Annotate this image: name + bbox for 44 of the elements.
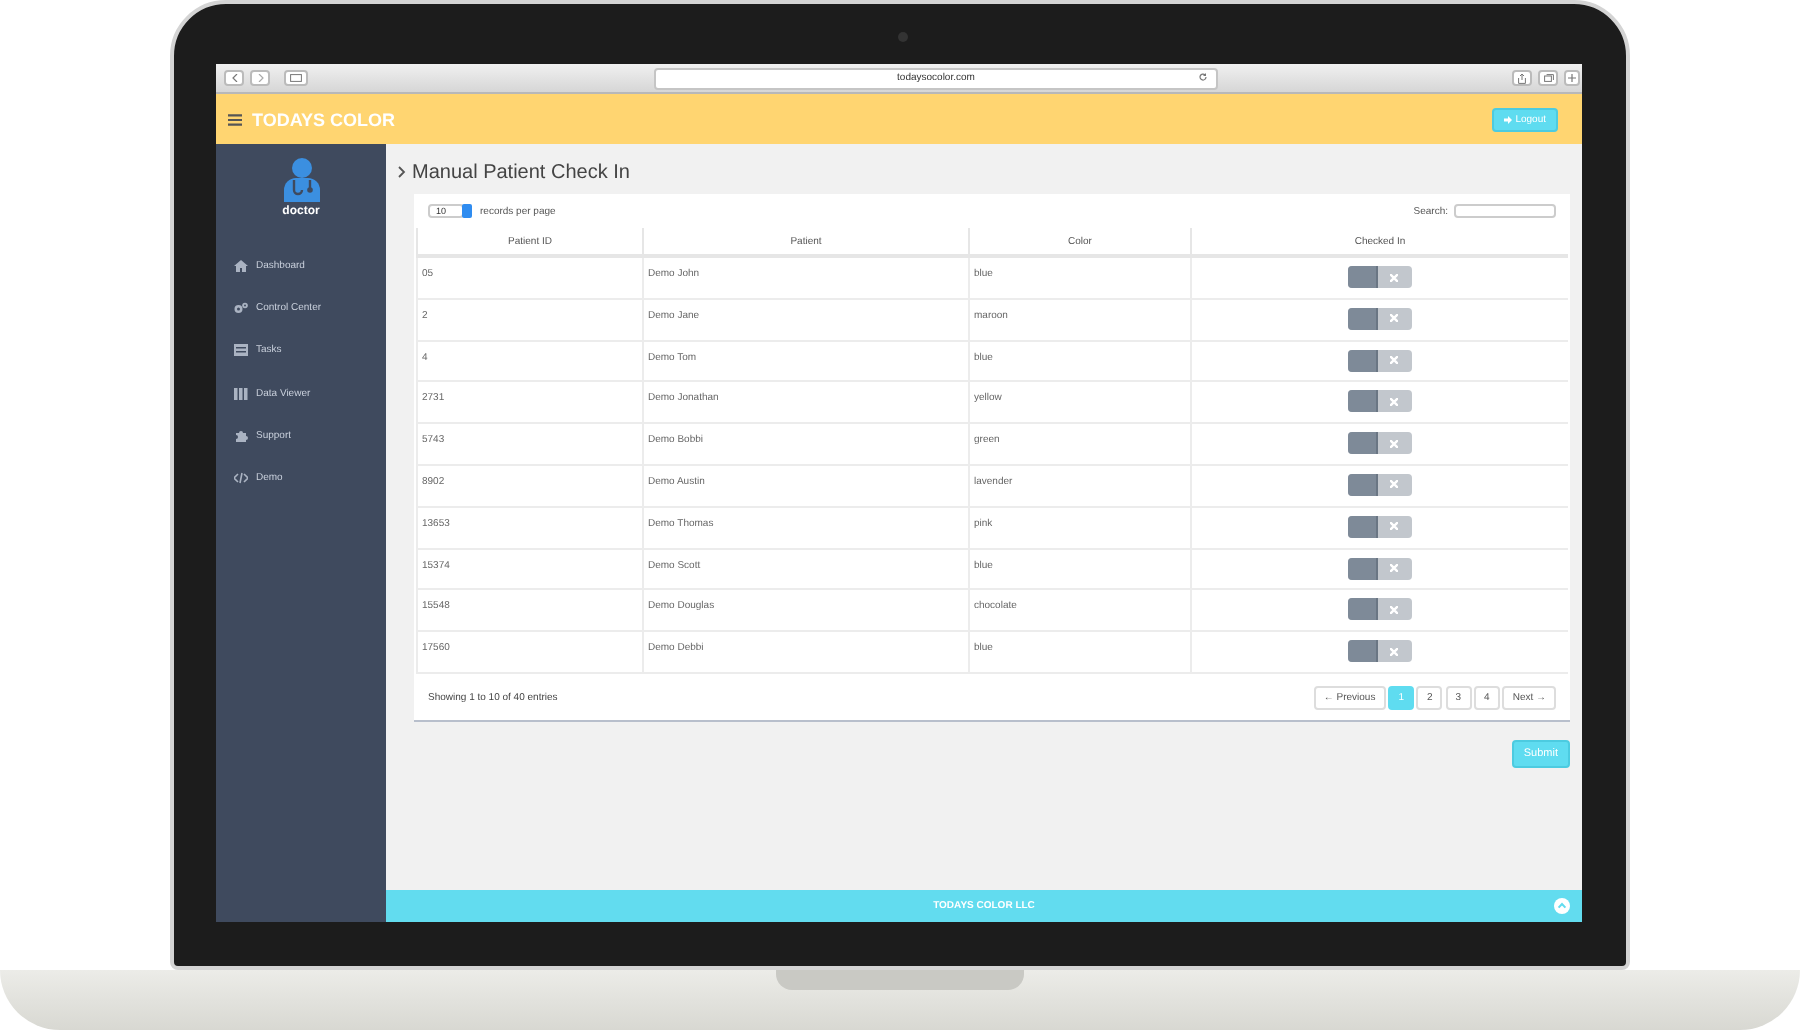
close-icon: [1390, 480, 1398, 489]
reload-icon[interactable]: [1198, 72, 1208, 82]
dashboard-icon: [234, 259, 248, 272]
gears-icon: [234, 301, 248, 314]
toggle-switch[interactable]: [1348, 640, 1412, 663]
toggle-switch[interactable]: [1348, 349, 1412, 372]
plus-icon: [1568, 74, 1576, 82]
grid-icon: [234, 387, 248, 400]
sidebar-button[interactable]: [284, 70, 308, 86]
close-icon: [1390, 439, 1398, 448]
close-icon: [1390, 356, 1398, 365]
close-icon: [1390, 564, 1398, 573]
tabs-button[interactable]: [1538, 70, 1558, 86]
tabs-icon: [1543, 74, 1553, 82]
close-icon: [1390, 605, 1398, 614]
search-field[interactable]: [1454, 204, 1556, 218]
share-button[interactable]: [1512, 70, 1532, 86]
chevron-left-icon: [231, 74, 237, 82]
toggle-switch[interactable]: [1348, 390, 1412, 413]
close-icon: [1390, 647, 1398, 656]
toggle-switch[interactable]: [1348, 473, 1412, 496]
page-title: Manual Patient Check In: [412, 161, 630, 183]
toggle-switch[interactable]: [1348, 515, 1412, 538]
toggle-switch[interactable]: [1348, 432, 1412, 455]
puzzle-icon: [234, 429, 248, 442]
close-icon: [1390, 397, 1398, 406]
toggle-switch[interactable]: [1348, 557, 1412, 580]
code-icon: [234, 472, 248, 485]
toggle-switch[interactable]: [1348, 598, 1412, 621]
share-icon: [1518, 73, 1526, 83]
chevron-right-icon: [257, 74, 263, 82]
close-icon: [1390, 314, 1398, 323]
brand-name: TODAYS COLOR: [252, 109, 396, 129]
close-icon: [1390, 522, 1398, 531]
menu-icon[interactable]: [228, 113, 242, 125]
close-icon: [1390, 273, 1398, 281]
sidebar-icon: [290, 74, 302, 82]
doctor-avatar-icon: [281, 158, 321, 202]
toggle-switch[interactable]: [1348, 266, 1412, 288]
back-button[interactable]: [224, 70, 244, 86]
chevron-icon: [398, 166, 406, 178]
toggle-switch[interactable]: [1348, 307, 1412, 330]
tasks-icon: [234, 344, 248, 357]
logout-icon: [1503, 115, 1512, 123]
